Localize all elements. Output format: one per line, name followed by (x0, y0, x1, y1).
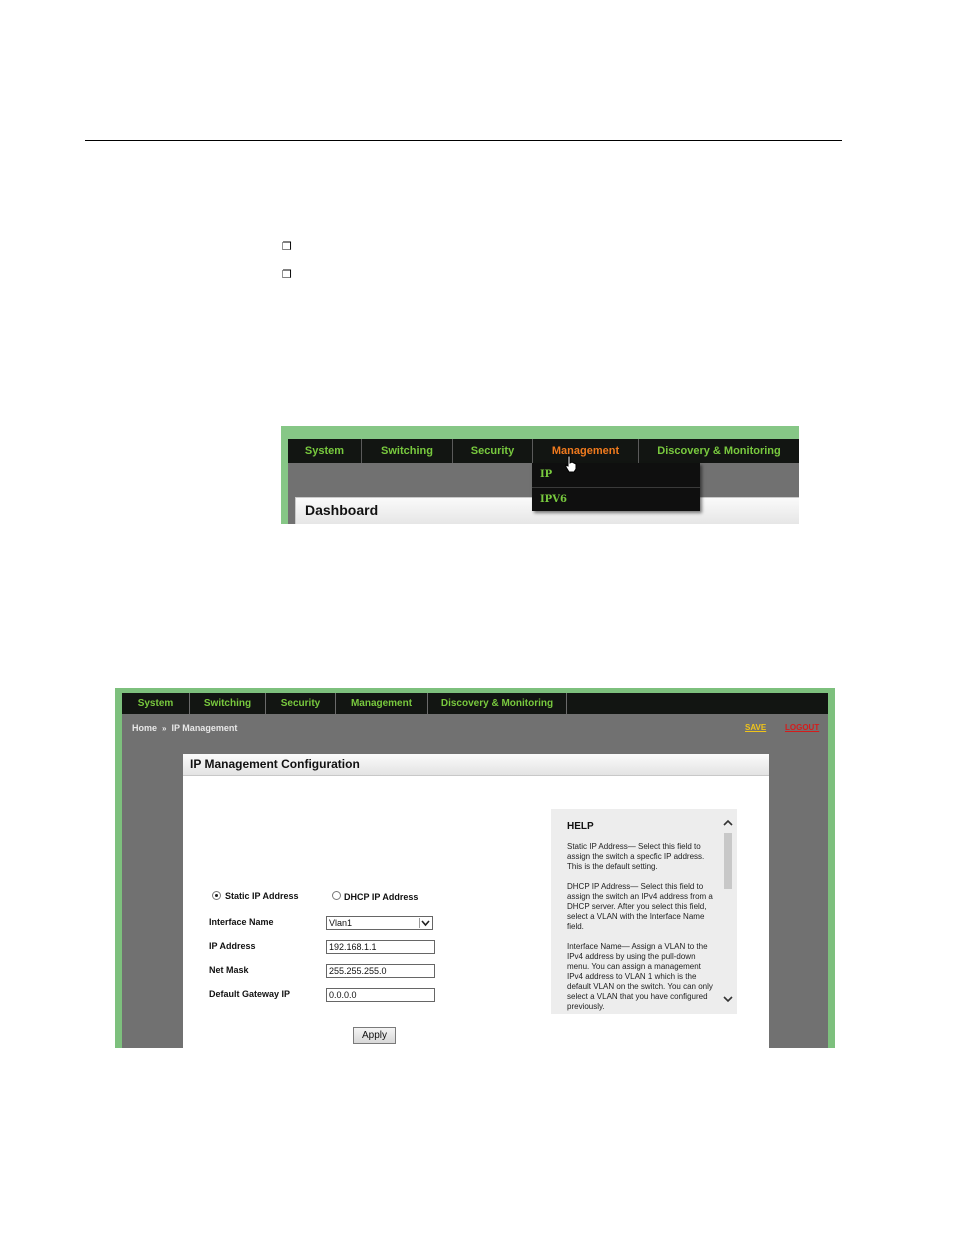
help-title: HELP (567, 821, 594, 832)
menu-security[interactable]: Security (453, 439, 533, 463)
dashboard-title: Dashboard (305, 502, 379, 518)
menu-discovery-monitoring[interactable]: Discovery & Monitoring (428, 693, 567, 714)
help-scrollbar[interactable] (721, 817, 735, 1007)
menu-switching[interactable]: Switching (362, 439, 453, 463)
net-mask-label: Net Mask (209, 965, 249, 975)
help-text: Static IP Address— Select this field to … (567, 842, 717, 1014)
menu-management[interactable]: Management (336, 693, 428, 714)
apply-button[interactable]: Apply (353, 1027, 396, 1044)
screenshot-ip-management: System Switching Security Management Dis… (115, 688, 835, 1048)
interface-name-select[interactable]: Vlan1 (326, 916, 433, 930)
menu-discovery-monitoring[interactable]: Discovery & Monitoring (639, 439, 799, 463)
breadcrumb: Home » IP Management (132, 723, 237, 733)
save-link[interactable]: SAVE (745, 723, 766, 732)
breadcrumb-separator: » (162, 724, 167, 733)
page-rule (85, 140, 842, 141)
breadcrumb-current: IP Management (171, 723, 238, 733)
menu-security[interactable]: Security (266, 693, 336, 714)
dhcp-ip-label: DHCP IP Address (344, 892, 419, 902)
dropdown-item-ipv6[interactable]: IPV6 (532, 487, 700, 512)
chevron-up-icon[interactable] (721, 817, 735, 829)
dropdown-item-ip[interactable]: IP (532, 463, 700, 487)
default-gateway-label: Default Gateway IP (209, 989, 291, 999)
breadcrumb-home[interactable]: Home (132, 723, 157, 733)
panel-header: IP Management Configuration (183, 754, 769, 776)
scroll-thumb[interactable] (724, 833, 732, 889)
logout-link[interactable]: LOGOUT (785, 723, 819, 732)
ip-address-input[interactable]: 192.168.1.1 (326, 940, 435, 954)
hand-cursor-icon (565, 455, 577, 473)
default-gateway-input[interactable]: 0.0.0.0 (326, 988, 435, 1002)
menu-system[interactable]: System (288, 439, 362, 463)
help-paragraph-interface: Interface Name— Assign a VLAN to the IPv… (567, 942, 713, 1011)
panel-title: IP Management Configuration (190, 757, 360, 771)
dhcp-ip-radio[interactable] (332, 891, 341, 900)
interface-name-value: Vlan1 (329, 918, 353, 928)
ip-address-label: IP Address (209, 941, 256, 951)
help-paragraph-static: Static IP Address— Select this field to … (567, 842, 705, 871)
net-mask-input[interactable]: 255.255.255.0 (326, 964, 435, 978)
ip-management-panel: IP Management Configuration Static IP Ad… (183, 754, 769, 1048)
menu-system[interactable]: System (122, 693, 190, 714)
menu-management[interactable]: Management (533, 439, 639, 463)
help-paragraph-dhcp: DHCP IP Address— Select this field to as… (567, 882, 713, 931)
bullet-1: ❐ (282, 240, 292, 253)
static-ip-label: Static IP Address (225, 891, 299, 901)
menu-switching[interactable]: Switching (190, 693, 266, 714)
chevron-down-icon[interactable] (721, 993, 735, 1005)
bullet-2: ❐ (282, 268, 292, 281)
main-menu-bar: System Switching Security Management Dis… (122, 693, 828, 714)
management-dropdown: IP IPV6 (532, 463, 700, 511)
interface-name-label: Interface Name (209, 917, 274, 927)
chevron-down-icon (419, 918, 430, 928)
main-menu-bar: System Switching Security Management Dis… (288, 439, 799, 463)
screenshot-management-menu: System Switching Security Management Dis… (281, 426, 799, 524)
help-box: HELP Static IP Address— Select this fiel… (551, 809, 737, 1014)
static-ip-radio[interactable] (212, 891, 221, 900)
